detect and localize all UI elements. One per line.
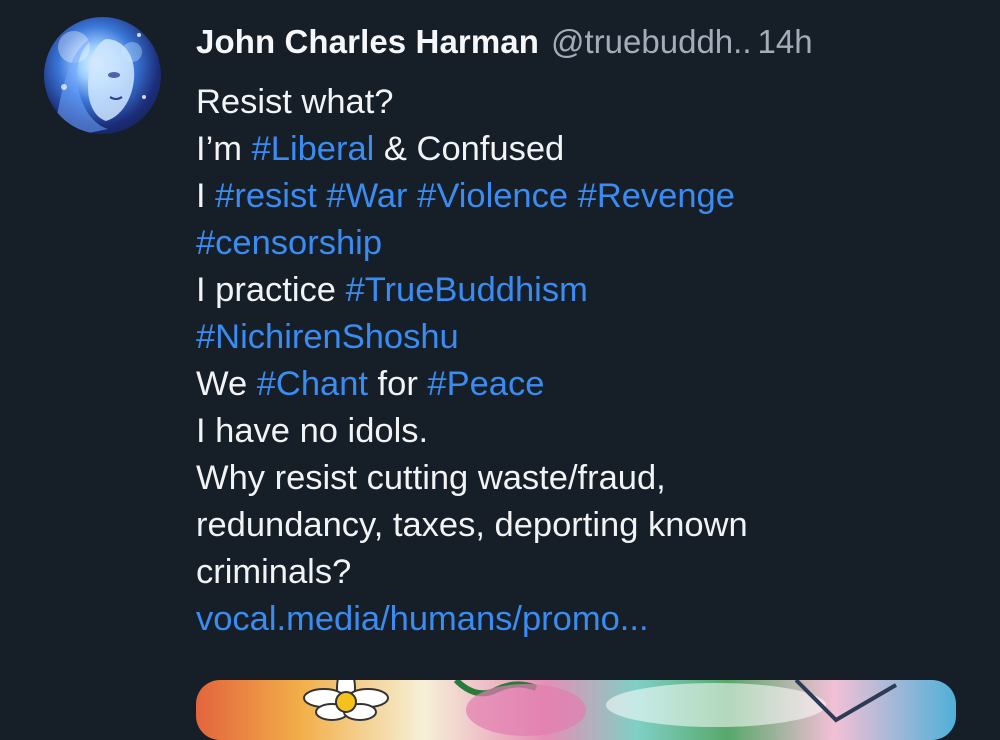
author-avatar[interactable] bbox=[44, 17, 161, 134]
text-segment bbox=[317, 177, 327, 215]
hashtag-link[interactable]: #Liberal bbox=[252, 130, 375, 168]
text-segment: I bbox=[196, 177, 216, 215]
post[interactable]: John Charles Harman @truebuddh.. 14h Res… bbox=[0, 0, 1000, 740]
avatar-portrait-icon bbox=[54, 31, 146, 134]
post-text-line: I practice #TrueBuddhism bbox=[196, 267, 976, 314]
text-segment: We bbox=[196, 365, 257, 403]
post-text-line: redundancy, taxes, deporting known bbox=[196, 502, 976, 549]
post-text-line: We #Chant for #Peace bbox=[196, 361, 976, 408]
post-text-line: I’m #Liberal & Confused bbox=[196, 126, 976, 173]
post-text: Resist what? I’m #Liberal & Confused I #re… bbox=[196, 79, 976, 643]
post-timestamp[interactable]: 14h bbox=[757, 23, 812, 61]
hashtag-link[interactable]: #War bbox=[326, 177, 407, 215]
text-segment: I practice bbox=[196, 271, 346, 309]
text-segment: Resist what? bbox=[196, 83, 394, 121]
hashtag-link[interactable]: #resist bbox=[215, 177, 317, 215]
text-segment: criminals? bbox=[196, 553, 352, 591]
post-text-line: I #resist #War #Violence #Revenge bbox=[196, 173, 976, 220]
hashtag-link[interactable]: #TrueBuddhism bbox=[346, 271, 588, 309]
text-segment bbox=[568, 177, 578, 215]
hashtag-link[interactable]: #Violence bbox=[417, 177, 568, 215]
post-text-line: Why resist cutting waste/fraud, bbox=[196, 455, 976, 502]
post-text-line: criminals? bbox=[196, 549, 976, 596]
text-segment: redundancy, taxes, deporting known bbox=[196, 506, 748, 544]
text-segment bbox=[408, 177, 418, 215]
embedded-image-icon bbox=[303, 680, 898, 736]
author-display-name[interactable]: John Charles Harman bbox=[196, 23, 539, 61]
post-header: John Charles Harman @truebuddh.. 14h bbox=[196, 20, 813, 64]
text-segment: I have no idols. bbox=[196, 412, 429, 450]
text-segment: I’m bbox=[196, 130, 252, 168]
hashtag-link[interactable]: #censorship bbox=[196, 224, 382, 262]
post-text-line: I have no idols. bbox=[196, 408, 976, 455]
post-link[interactable]: vocal.media/humans/promo... bbox=[196, 596, 976, 643]
text-segment: for bbox=[367, 365, 428, 403]
hashtag-link[interactable]: #Peace bbox=[427, 365, 544, 403]
post-text-line: #NichirenShoshu bbox=[196, 314, 976, 361]
post-text-lines: Resist what? I’m #Liberal & Confused I #re… bbox=[196, 79, 976, 596]
hashtag-link[interactable]: #NichirenShoshu bbox=[196, 318, 459, 356]
post-text-line: #censorship bbox=[196, 220, 976, 267]
post-media[interactable] bbox=[196, 680, 956, 740]
hashtag-link[interactable]: #Chant bbox=[257, 365, 368, 403]
post-text-line: Resist what? bbox=[196, 79, 976, 126]
hashtag-link[interactable]: #Revenge bbox=[578, 177, 735, 215]
author-handle[interactable]: @truebuddh.. bbox=[551, 23, 751, 61]
text-segment: & Confused bbox=[374, 130, 565, 168]
text-segment: Why resist cutting waste/fraud, bbox=[196, 459, 666, 497]
